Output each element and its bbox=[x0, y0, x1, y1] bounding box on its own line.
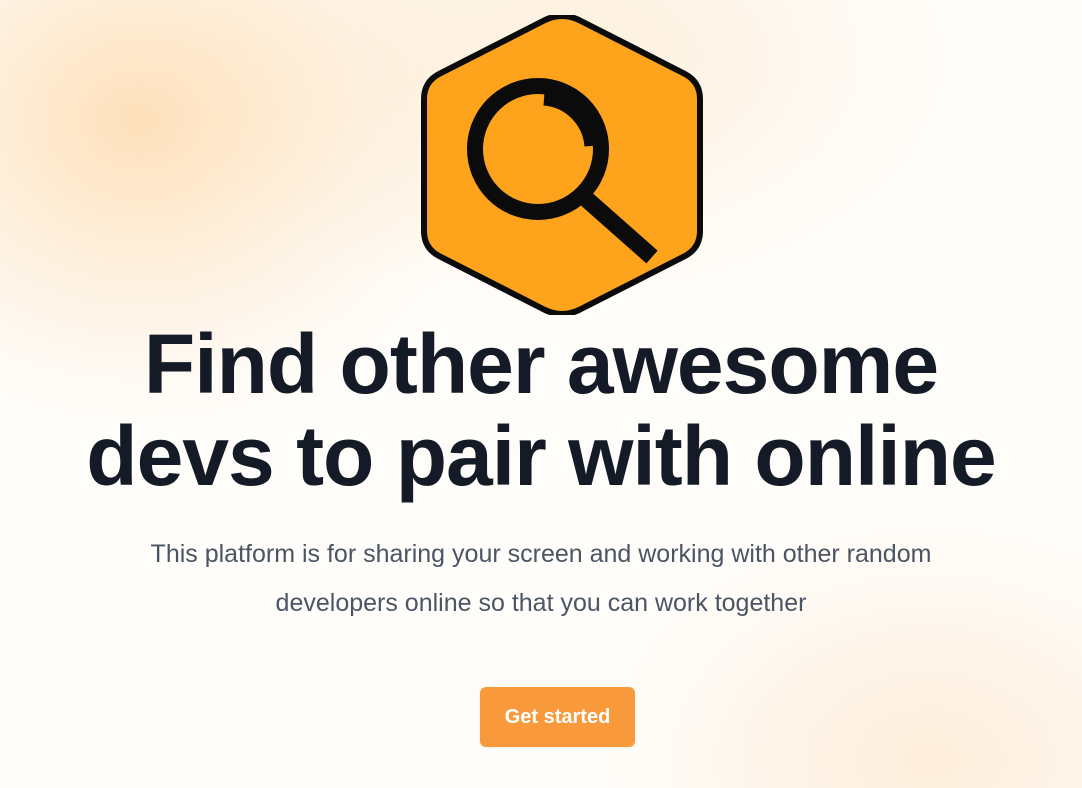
hero-subtitle-line-1: This platform is for sharing your screen… bbox=[150, 540, 932, 568]
hero-subtitle: This platform is for sharing your screen… bbox=[91, 530, 991, 628]
hero-section: Find other awesome devs to pair with onl… bbox=[0, 0, 1082, 788]
hero-headline: Find other awesome devs to pair with onl… bbox=[0, 318, 1082, 502]
hero-subtitle-line-2: developers online so that you can work t… bbox=[275, 589, 807, 617]
magnifying-glass-hexagon-icon bbox=[421, 15, 703, 315]
hero-headline-line-1: Find other awesome bbox=[143, 317, 939, 411]
hero-headline-line-2: devs to pair with online bbox=[86, 409, 996, 503]
get-started-button[interactable]: Get started bbox=[480, 687, 635, 747]
